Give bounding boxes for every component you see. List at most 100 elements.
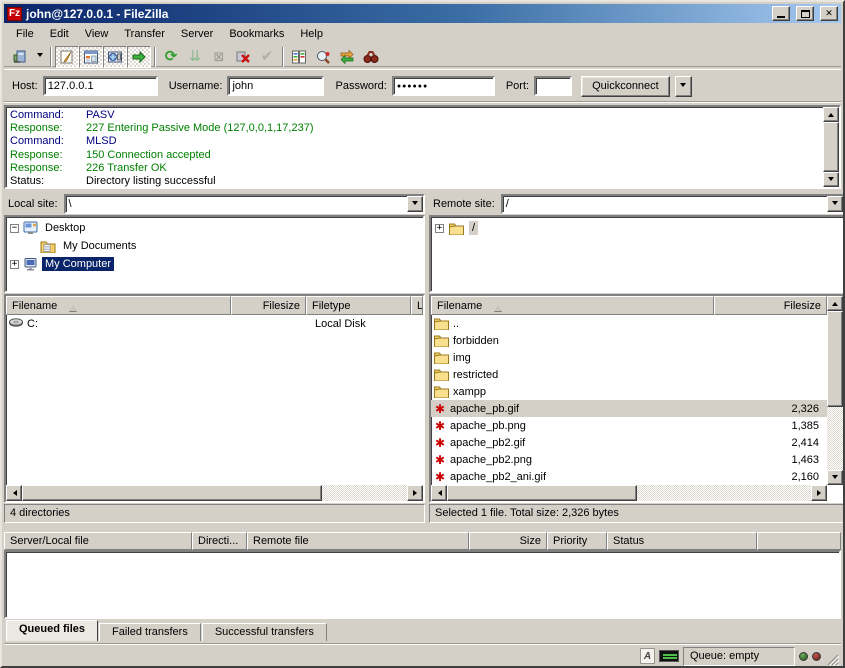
maximize-button[interactable] (796, 6, 814, 21)
close-button[interactable]: ✕ (820, 6, 838, 21)
menu-item-server[interactable]: Server (173, 25, 221, 43)
tree-item-root[interactable]: + / (435, 219, 843, 237)
column-header-size[interactable]: Size (469, 532, 547, 550)
toggle-message-log-button[interactable] (55, 46, 79, 68)
scroll-up-button[interactable] (823, 107, 839, 122)
username-input[interactable] (227, 76, 324, 96)
process-queue-button[interactable]: ⇊ (183, 46, 207, 68)
expand-icon[interactable]: + (10, 260, 19, 269)
filename-filter-button[interactable] (311, 46, 335, 68)
scroll-left-button[interactable] (431, 485, 447, 501)
file-row[interactable]: .. (431, 315, 827, 332)
collapse-icon[interactable]: − (10, 224, 19, 233)
scroll-down-button[interactable] (827, 470, 843, 485)
port-input[interactable] (534, 76, 572, 96)
file-name: apache_pb2_ani.gif (450, 471, 546, 483)
scroll-left-button[interactable] (6, 485, 22, 501)
local-horizontal-scrollbar[interactable] (6, 485, 423, 501)
file-row[interactable]: ✱apache_pb2_ani.gif 2,160 (431, 468, 827, 485)
file-row-c-drive[interactable]: C: Local Disk (6, 315, 423, 332)
scroll-right-button[interactable] (407, 485, 423, 501)
column-header-priority[interactable]: Priority (547, 532, 607, 550)
menu-item-view[interactable]: View (77, 25, 117, 43)
file-row[interactable]: ✱apache_pb2.png 1,463 (431, 451, 827, 468)
tab-queued-files[interactable]: Queued files (6, 620, 98, 641)
queue-list[interactable] (4, 550, 841, 619)
toggle-remote-treeview-button[interactable] (103, 46, 127, 68)
tab-successful-transfers[interactable]: Successful transfers (202, 623, 327, 641)
file-row[interactable]: img (431, 349, 827, 366)
menu-item-edit[interactable]: Edit (42, 25, 77, 43)
toggle-transfer-queue-button[interactable] (127, 46, 151, 68)
menu-item-transfer[interactable]: Transfer (116, 25, 173, 43)
scroll-down-button[interactable] (823, 172, 839, 187)
tree-item-my-computer[interactable]: + My Computer (10, 255, 423, 273)
title-bar[interactable]: Fz john@127.0.0.1 - FileZilla ✕ (4, 4, 841, 23)
scroll-right-button[interactable] (811, 485, 827, 501)
column-header-filetype[interactable]: Filetype (306, 296, 411, 315)
file-row[interactable]: ✱apache_pb.png 1,385 (431, 417, 827, 434)
site-manager-dropdown-button[interactable] (32, 46, 47, 68)
directory-comparison-button[interactable] (287, 46, 311, 68)
expand-icon[interactable]: + (435, 224, 444, 233)
menu-item-bookmarks[interactable]: Bookmarks (221, 25, 292, 43)
column-header-remote-file[interactable]: Remote file (247, 532, 469, 550)
refresh-button[interactable]: ⟳ (159, 46, 183, 68)
resize-grip[interactable] (825, 652, 839, 666)
file-name: img (453, 352, 471, 364)
column-header-server-local-file[interactable]: Server/Local file (4, 532, 192, 550)
ascii-data-type-icon[interactable]: A (640, 648, 655, 664)
remote-horizontal-scrollbar[interactable] (431, 485, 827, 501)
column-header-direction[interactable]: Directi... (192, 532, 247, 550)
file-row[interactable]: xampp (431, 383, 827, 400)
minimize-button[interactable] (772, 6, 790, 21)
find-files-button[interactable] (359, 46, 383, 68)
tab-failed-transfers[interactable]: Failed transfers (99, 623, 201, 641)
password-label: Password: (335, 80, 386, 92)
file-row[interactable]: ✱apache_pb2.gif 2,414 (431, 434, 827, 451)
image-file-icon: ✱ (433, 436, 447, 450)
local-site-combobox[interactable]: \ (64, 194, 425, 214)
column-header-lastmodified[interactable]: L (411, 296, 423, 315)
local-site-dropdown-button[interactable] (407, 196, 423, 212)
column-header-filesize[interactable]: Filesize (714, 296, 827, 315)
synchronized-browsing-button[interactable] (335, 46, 359, 68)
disconnect-icon (235, 49, 251, 65)
column-header-filesize[interactable]: Filesize (231, 296, 306, 315)
site-manager-button[interactable] (8, 46, 32, 68)
tree-item-my-documents[interactable]: My Documents (10, 237, 423, 255)
column-header-status[interactable]: Status (607, 532, 757, 550)
log-line: Response:150 Connection accepted (10, 149, 821, 162)
file-row-selected[interactable]: ✱apache_pb.gif 2,326 (431, 400, 827, 417)
password-input[interactable] (392, 76, 495, 96)
site-manager-dropdown-icon (37, 53, 43, 60)
file-size: 2,160 (716, 471, 827, 483)
column-header-filename[interactable]: Filename (431, 296, 714, 315)
menu-item-file[interactable]: File (8, 25, 42, 43)
file-size: 2,326 (716, 403, 827, 415)
reconnect-button[interactable]: ✔ (255, 46, 279, 68)
file-row[interactable]: forbidden (431, 332, 827, 349)
log-scrollbar[interactable] (823, 107, 839, 187)
speed-limit-icon[interactable] (659, 650, 679, 662)
toggle-local-treeview-button[interactable] (79, 46, 103, 68)
file-name: forbidden (453, 335, 499, 347)
toolbar-separator (50, 47, 52, 67)
remote-vertical-scrollbar[interactable] (827, 296, 843, 485)
quickconnect-button[interactable]: Quickconnect (581, 76, 670, 97)
menu-item-help[interactable]: Help (292, 25, 331, 43)
tree-item-desktop[interactable]: − Desktop (10, 219, 423, 237)
remote-site-combobox[interactable]: / (501, 194, 845, 214)
folder-icon (448, 222, 465, 235)
image-file-icon: ✱ (433, 453, 447, 467)
scroll-up-button[interactable] (827, 296, 843, 311)
folder-icon (433, 334, 450, 347)
disconnect-button[interactable] (231, 46, 255, 68)
file-row[interactable]: restricted (431, 366, 827, 383)
host-input[interactable] (43, 76, 158, 96)
column-header-filename[interactable]: Filename (6, 296, 231, 315)
queue-error-led (812, 652, 821, 661)
remote-site-dropdown-button[interactable] (827, 196, 843, 212)
quickconnect-dropdown-button[interactable] (675, 76, 692, 97)
cancel-operation-button[interactable]: ⊠ (207, 46, 231, 68)
